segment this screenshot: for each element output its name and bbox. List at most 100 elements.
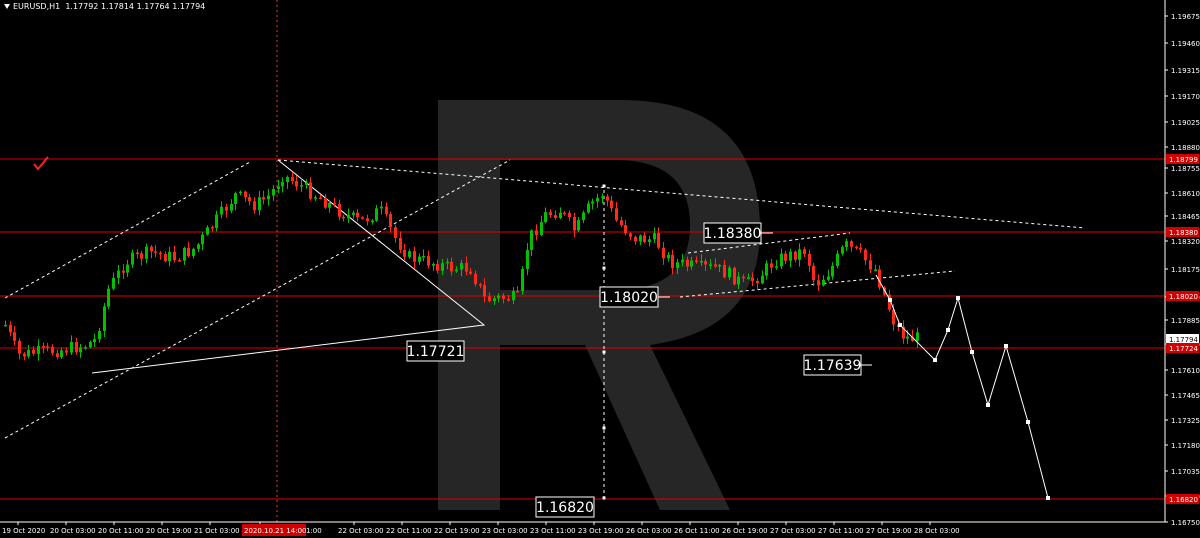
price-tick-label: 1.16750 [1171, 519, 1200, 527]
candle-bullish [70, 341, 73, 353]
candle-bullish [577, 220, 580, 231]
candle-bullish [93, 339, 96, 343]
time-tick-label: 26 Oct 03:00 [626, 527, 672, 535]
watermark-logo [438, 100, 760, 510]
candle-bearish [610, 200, 613, 209]
candle-bearish [488, 296, 491, 302]
forecast-node [1026, 420, 1030, 424]
price-tick-label: 1.19675 [1171, 13, 1200, 21]
channel-lower [4, 159, 511, 439]
symbol-label: EURUSD,H1 [13, 2, 61, 11]
candle-bearish [356, 212, 359, 218]
candle-bearish [469, 271, 472, 274]
candle-bearish [662, 247, 665, 259]
candle-bullish [526, 249, 529, 270]
candle-bullish [432, 264, 435, 266]
price-tick-label: 1.17180 [1171, 442, 1200, 450]
candle-bearish [620, 220, 623, 226]
candle-bearish [75, 341, 78, 353]
candle-bullish [530, 230, 533, 250]
time-tick-label: 22 Oct 03:00 [338, 527, 384, 535]
candle-bearish [686, 259, 689, 267]
candle-bearish [385, 206, 388, 215]
price-tick-label: 1.18465 [1171, 213, 1200, 221]
candle-bullish [103, 306, 106, 331]
price-tick-label: 1.19025 [1171, 119, 1200, 127]
price-tick-label: 1.17610 [1171, 367, 1200, 375]
projection-node [602, 426, 606, 430]
candle-bullish [286, 176, 289, 183]
time-tick-label: 28 Oct 03:00 [914, 527, 960, 535]
candle-bearish [253, 201, 256, 211]
candle-bearish [333, 202, 336, 205]
chart-window[interactable]: 1.18380 1.18020 1.17721 1.17639 1.16820 1.19… [0, 0, 1200, 538]
candle-bullish [728, 267, 731, 278]
candle-bullish [183, 247, 186, 261]
time-tick-label: 27 Oct 03:00 [770, 527, 816, 535]
candle-bearish [850, 241, 853, 247]
candle-bullish [831, 265, 834, 277]
candle-bullish [371, 220, 374, 223]
candle-bullish [117, 270, 120, 278]
candle-bullish [559, 212, 562, 218]
candle-bullish [60, 350, 63, 358]
candle-bullish [798, 249, 801, 260]
candle-bearish [32, 349, 35, 354]
candle-bearish [812, 265, 815, 281]
candle-bullish [201, 234, 204, 245]
candle-bullish [107, 288, 110, 307]
candle-bullish [521, 269, 524, 292]
forecast-node [986, 403, 990, 407]
candle-bearish [864, 249, 867, 261]
price-level-tag-label: 1.16820 [1169, 496, 1198, 504]
ohlc-values: 1.17792 1.17814 1.17764 1.17794 [65, 2, 206, 11]
candle-bearish [65, 350, 68, 353]
candle-bearish [695, 260, 698, 263]
candle-bullish [676, 262, 679, 269]
candle-bullish [408, 251, 411, 257]
candle-bearish [394, 227, 397, 239]
level-annotation-text: 1.18380 [704, 226, 762, 242]
candle-bearish [573, 216, 576, 231]
candle-bearish [634, 236, 637, 242]
candle-bullish [822, 279, 825, 286]
channel-upper [4, 161, 251, 299]
price-level-tag-label: 1.18380 [1169, 229, 1198, 237]
candle-bullish [352, 212, 355, 215]
candle-bearish [136, 252, 139, 255]
candle-bullish [591, 201, 594, 204]
candle-bearish [465, 262, 468, 272]
forecast-node [970, 350, 974, 354]
time-tick-label: 21 Oct 03:00 [194, 527, 240, 535]
forecast-node [946, 328, 950, 332]
price-level-tag-label: 1.17794 [1169, 336, 1198, 344]
forecast-node [956, 296, 960, 300]
candle-bullish [681, 259, 684, 263]
candle-bearish [427, 255, 430, 266]
price-tick-label: 1.18610 [1171, 190, 1200, 198]
candle-bullish [215, 214, 218, 228]
candle-bullish [277, 186, 280, 189]
time-tick-label: 27 Oct 19:00 [866, 527, 912, 535]
price-tick-label: 1.17325 [1171, 417, 1200, 425]
candle-bullish [648, 239, 651, 243]
candle-bearish [502, 295, 505, 299]
candle-bullish [422, 255, 425, 258]
candle-bearish [244, 191, 247, 198]
candle-bullish [700, 261, 703, 263]
time-tick-label: 22 Oct 19:00 [434, 527, 480, 535]
candle-bearish [657, 233, 660, 248]
candle-bearish [9, 324, 12, 333]
candle-bearish [733, 267, 736, 285]
price-tick-label: 1.18880 [1171, 144, 1200, 152]
triangle-down-icon[interactable] [4, 4, 10, 9]
candle-bearish [756, 281, 759, 284]
candle-bullish [230, 203, 233, 211]
price-chart[interactable]: 1.18380 1.18020 1.17721 1.17639 1.16820 1.19… [0, 0, 1200, 538]
candle-bullish [300, 184, 303, 187]
time-tick-label: 19 Oct 2020 [2, 527, 45, 535]
candle-bullish [845, 241, 848, 248]
candle-bullish [239, 191, 242, 194]
candle-bearish [535, 230, 538, 236]
candle-bullish [544, 212, 547, 223]
